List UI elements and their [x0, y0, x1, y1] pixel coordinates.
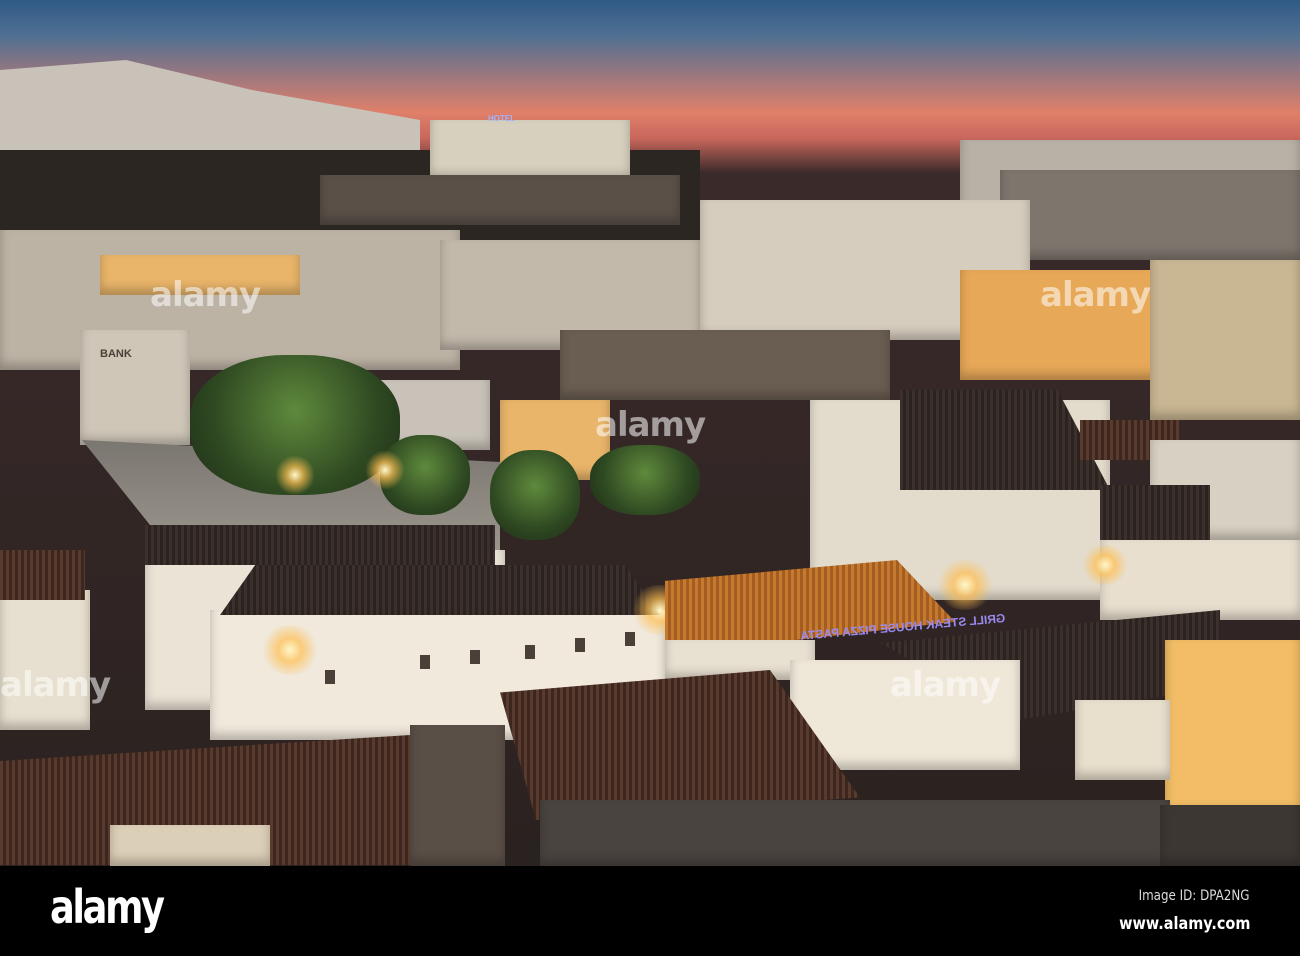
hotel-building [430, 120, 630, 180]
watermark: alamy [0, 665, 111, 705]
tiled-roof [220, 565, 660, 615]
window [525, 645, 535, 659]
window [325, 670, 335, 684]
watermark: alamy [595, 405, 706, 445]
window [625, 632, 635, 646]
watermark: alamy [890, 665, 1001, 705]
left-house [0, 590, 90, 730]
wall-light [935, 560, 995, 610]
house [1100, 540, 1300, 620]
tiled-roof [145, 525, 495, 565]
bank-sign: BANK [100, 348, 132, 360]
house [1075, 700, 1170, 780]
tiled-roof [0, 550, 85, 600]
dark-building-right [1000, 170, 1300, 260]
bank-building [80, 330, 190, 445]
palm-tree [490, 450, 580, 540]
tiled-roof [1100, 485, 1210, 545]
wall-light [260, 625, 320, 675]
window [575, 638, 585, 652]
foreground-house [110, 825, 270, 866]
wall-light [1080, 545, 1130, 585]
footer-bar: alamy Image ID: DPA2NG www.alamy.com [0, 866, 1300, 956]
window [470, 650, 480, 664]
watermark: alamy [1040, 275, 1151, 315]
website-link[interactable]: www.alamy.com [1119, 914, 1250, 934]
building [1150, 260, 1300, 420]
foreground-rooftop [540, 800, 1170, 866]
street-lamp [275, 455, 315, 495]
apartment-block [320, 175, 680, 225]
image-id: Image ID: DPA2NG [1139, 888, 1250, 904]
rock-cliff [560, 330, 890, 400]
alamy-logo: alamy [50, 880, 165, 934]
foreground-rooftop [1160, 805, 1300, 866]
watermark: alamy [150, 275, 261, 315]
palm-tree [590, 445, 700, 515]
window [420, 655, 430, 669]
lit-house [1165, 640, 1300, 815]
foreground-wall [410, 725, 505, 866]
hotel-sign: HOTEL [488, 114, 516, 123]
photo-scene: HOTEL BANK GRILL STEAK HOUSE PIZZA PASTA [0, 0, 1300, 866]
street-lamp [365, 450, 405, 490]
